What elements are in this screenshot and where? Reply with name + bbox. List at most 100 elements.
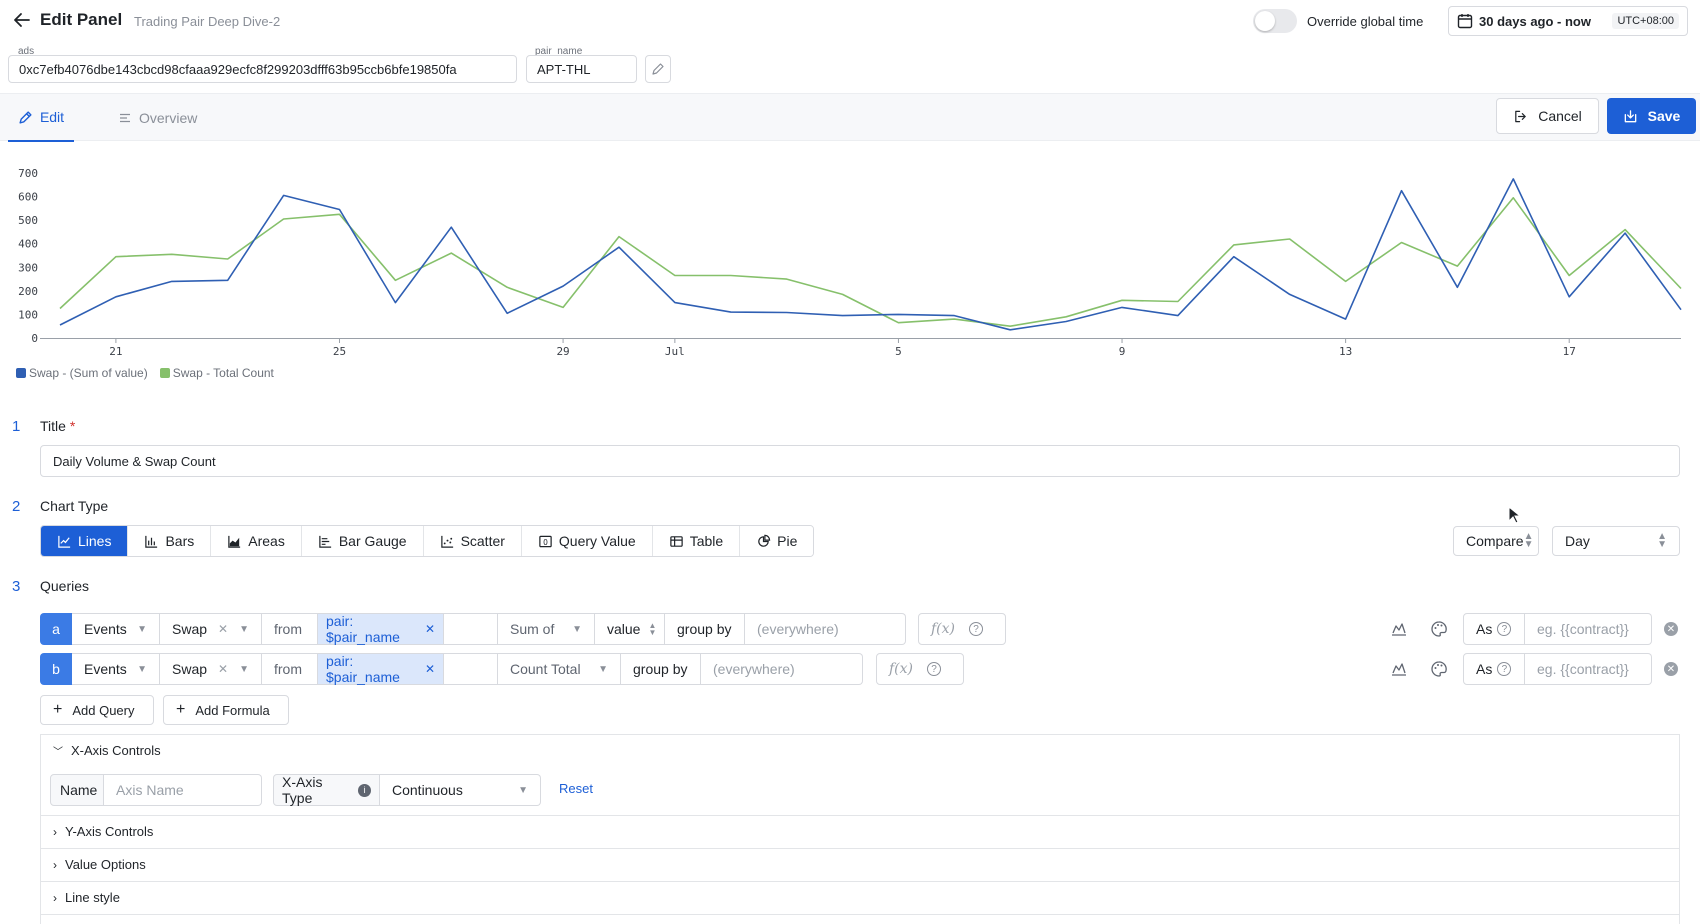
query-event-select[interactable]: Swap ✕ ▼ <box>160 613 262 645</box>
chart-type-scatter[interactable]: Scatter <box>423 526 522 556</box>
chart-type-lines[interactable]: Lines <box>41 526 129 556</box>
override-global-time-label: Override global time <box>1307 14 1424 29</box>
value-options-label: Value Options <box>65 857 146 872</box>
chevron-down-icon: ▼ <box>572 623 582 635</box>
time-range-picker[interactable]: 30 days ago - now UTC+08:00 <box>1448 6 1688 36</box>
palette-icon[interactable] <box>1428 658 1450 680</box>
ads-variable-input[interactable]: 0xc7efb4076dbe143cbcd98cfaaa929ecfc8f299… <box>8 55 517 83</box>
legend-item-sum[interactable]: Swap - (Sum of value) <box>16 366 148 380</box>
chart-type-areas[interactable]: Areas <box>211 526 302 556</box>
query-field-select[interactable]: value ▲ ▼ <box>595 613 665 645</box>
help-icon[interactable]: ? <box>969 622 984 636</box>
chart-type-label: Table <box>689 533 724 549</box>
query-aggregation-select[interactable]: Sum of ▼ <box>498 613 595 645</box>
y-tick-label: 700 <box>18 167 38 180</box>
query-filter-tag[interactable]: pair: $pair_name ✕ <box>318 613 444 645</box>
edit-variables-button[interactable] <box>645 55 671 83</box>
title-input[interactable]: Daily Volume & Swap Count <box>40 445 1680 477</box>
query-letter[interactable]: b <box>40 653 72 685</box>
help-icon[interactable]: ? <box>1497 622 1512 636</box>
add-formula-button[interactable]: + Add Formula <box>163 695 289 725</box>
interval-select[interactable]: Day ▲ ▼ <box>1552 526 1680 556</box>
query-alias-b: As? eg. {{contract}} <box>1463 653 1652 685</box>
query-letter[interactable]: a <box>40 613 72 645</box>
x-axis-reset-link[interactable]: Reset <box>559 781 593 796</box>
table-icon <box>669 535 683 547</box>
line-style-header[interactable]: › Line style <box>53 890 120 905</box>
query-source-select[interactable]: Events ▼ <box>72 613 160 645</box>
remove-filter-icon[interactable]: ✕ <box>425 662 435 676</box>
x-axis-controls-header[interactable]: ﹀ X-Axis Controls <box>53 743 161 758</box>
chart-type-table[interactable]: Table <box>652 526 741 556</box>
plus-icon: + <box>176 701 186 718</box>
chart-type-selector: Lines Bars Areas Bar Gauge Scatter 0 Que… <box>40 525 815 557</box>
chart-type-bars[interactable]: Bars <box>128 526 212 556</box>
y-axis-controls-header[interactable]: › Y-Axis Controls <box>53 824 153 839</box>
alias-input[interactable]: eg. {{contract}} <box>1525 653 1652 685</box>
divider <box>41 815 1679 816</box>
remove-filter-icon[interactable]: ✕ <box>425 622 435 636</box>
query-group-by-label: group by <box>665 613 745 645</box>
value-options-header[interactable]: › Value Options <box>53 857 146 872</box>
query-formula-control: f(x) ? <box>918 613 1006 645</box>
x-axis-name-input[interactable]: Axis Name <box>104 774 262 806</box>
chevron-down-icon: ﹀ <box>53 747 63 758</box>
help-icon[interactable]: ? <box>927 662 942 676</box>
query-filter-input[interactable] <box>444 613 498 645</box>
clear-icon[interactable]: ✕ <box>218 662 228 676</box>
step-number: 1 <box>12 418 21 435</box>
alias-label: As? <box>1463 653 1525 685</box>
tab-overview-label: Overview <box>139 110 198 126</box>
pair-name-variable-input[interactable]: APT-THL <box>526 55 637 83</box>
remove-query-icon[interactable]: ✕ <box>1664 662 1678 676</box>
query-source-select[interactable]: Events ▼ <box>72 653 160 685</box>
chart-type-section-label: Chart Type <box>40 498 109 514</box>
function-icon[interactable]: f(x) <box>889 661 913 677</box>
compare-select[interactable]: Compare ▲ ▼ <box>1453 526 1539 556</box>
function-icon[interactable]: f(x) <box>931 621 955 637</box>
alias-input[interactable]: eg. {{contract}} <box>1525 613 1652 645</box>
page-title: Edit Panel <box>40 10 123 29</box>
x-tick-label: 25 <box>333 345 346 358</box>
chart-type-bar-gauge[interactable]: Bar Gauge <box>301 526 424 556</box>
chevron-down-icon: ▼ <box>239 623 249 635</box>
back-arrow-icon[interactable] <box>12 10 32 30</box>
cancel-button[interactable]: Cancel <box>1496 98 1599 134</box>
query-event-select[interactable]: Swap ✕ ▼ <box>160 653 262 685</box>
line-style-label: Line style <box>65 890 120 905</box>
x-axis-name-label: Name <box>50 774 104 806</box>
y-tick-label: 100 <box>18 308 38 321</box>
chart-type-pie[interactable]: Pie <box>740 526 814 556</box>
query-row-b: b Events ▼ Swap ✕ ▼ from pair: $pair_name ✕ … <box>40 653 863 685</box>
chart-type-query-value[interactable]: 0 Query Value <box>521 526 653 556</box>
chevron-down-icon: ▼ <box>598 663 608 675</box>
help-icon[interactable]: ? <box>1497 662 1512 676</box>
x-axis-type-select[interactable]: Continuous ▼ <box>380 774 541 806</box>
clear-icon[interactable]: ✕ <box>218 622 228 636</box>
x-tick-label: 29 <box>556 345 569 358</box>
palette-icon[interactable] <box>1428 618 1450 640</box>
query-aggregation-select[interactable]: Count Total ▼ <box>498 653 621 685</box>
add-query-button[interactable]: + Add Query <box>40 695 154 725</box>
step-number: 3 <box>12 578 21 595</box>
chart-type-label: Bars <box>165 533 195 549</box>
remove-query-icon[interactable]: ✕ <box>1664 622 1678 636</box>
query-filter-tag[interactable]: pair: $pair_name ✕ <box>318 653 444 685</box>
chart-style-icon[interactable] <box>1388 658 1410 680</box>
legend-item-count[interactable]: Swap - Total Count <box>159 366 274 380</box>
override-global-time-toggle[interactable] <box>1253 9 1297 33</box>
query-group-by-input[interactable]: (everywhere) <box>701 653 863 685</box>
step-number: 2 <box>12 498 21 515</box>
x-axis-type-label: X-Axis Type i <box>273 774 380 806</box>
chevron-down-icon: ▼ <box>518 784 528 796</box>
query-group-by-input[interactable]: (everywhere) <box>745 613 906 645</box>
save-button[interactable]: Save <box>1607 98 1696 134</box>
divider <box>41 914 1679 915</box>
chevron-down-icon: ▼ <box>239 663 249 675</box>
time-range-value: 30 days ago - now <box>1479 13 1591 29</box>
info-icon[interactable]: i <box>358 783 371 797</box>
query-filter-input[interactable] <box>444 653 498 685</box>
tab-overview[interactable]: Overview <box>118 94 197 142</box>
chart-style-icon[interactable] <box>1388 618 1410 640</box>
tab-edit[interactable]: Edit <box>8 94 74 142</box>
